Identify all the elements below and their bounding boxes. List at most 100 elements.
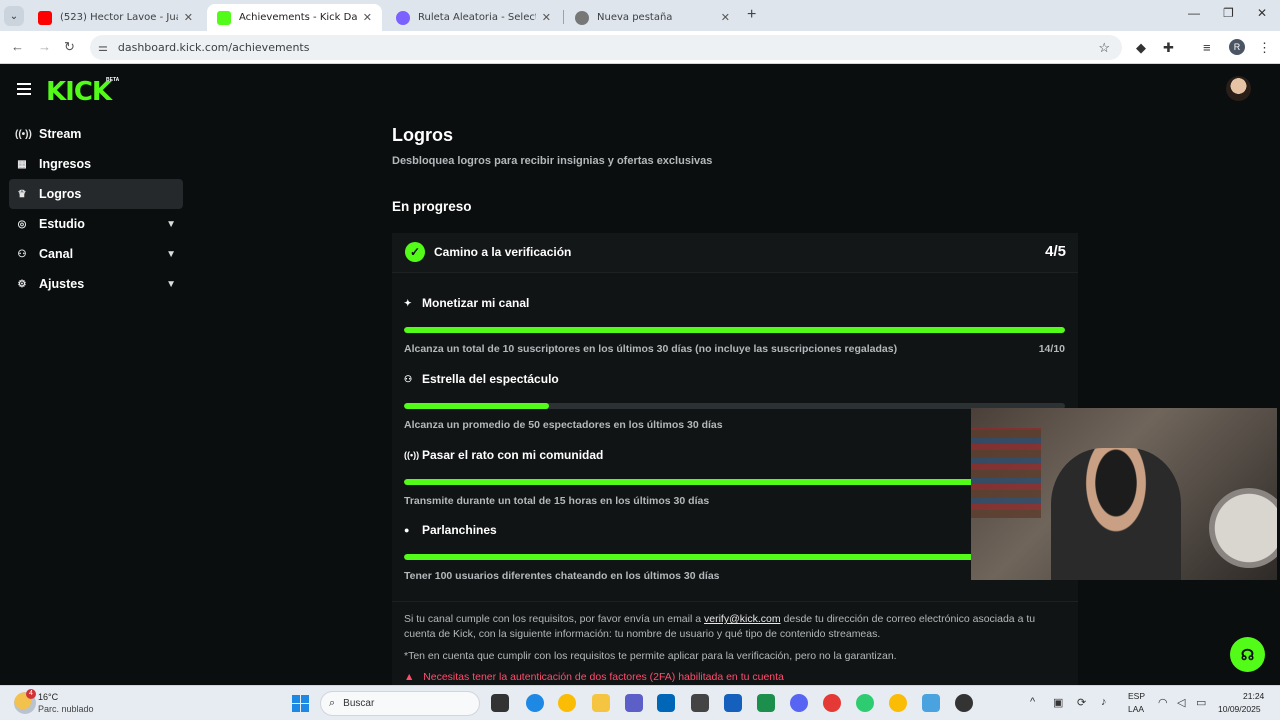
headset-icon: ☊: [1240, 646, 1255, 664]
kick-dashboard: KICK BETA ((•)) Stream ▦ Ingresos ♛ Logr…: [0, 65, 1280, 703]
sidebar-item-stream[interactable]: ((•)) Stream: [9, 119, 183, 149]
clock-date[interactable]: 10/09/2025: [1218, 704, 1261, 714]
achievement-title: Estrella del espectáculo: [422, 372, 559, 386]
weather-description[interactable]: Parc. nublado: [38, 704, 94, 714]
tab-kick-achievements[interactable]: Achievements - Kick Dashboard ✕: [207, 4, 382, 31]
hamburger-menu-icon[interactable]: [17, 83, 31, 98]
sidebar-item-label: Ajustes: [39, 277, 85, 291]
webcam-drum: [1209, 488, 1277, 568]
kebab-menu-icon[interactable]: ⋮: [1258, 40, 1271, 56]
progress-bar: [404, 479, 1065, 485]
store-icon[interactable]: [657, 694, 675, 712]
discord-icon[interactable]: [790, 694, 808, 712]
chevron-down-icon[interactable]: ▼: [166, 279, 176, 290]
taskbar-search[interactable]: ⌕ Buscar: [320, 691, 480, 716]
verification-info: Si tu canal cumple con los requisitos, p…: [404, 612, 1066, 642]
chevron-down-icon: ⌄: [9, 10, 19, 22]
tray-app-icon[interactable]: ▣: [1053, 696, 1063, 709]
minimize-icon[interactable]: —: [1188, 6, 1200, 20]
warning-text: Necesitas tener la autenticación de dos …: [423, 671, 784, 683]
broadcast-icon: ((•)): [15, 128, 32, 140]
address-bar[interactable]: ⚌ dashboard.kick.com/achievements ☆: [90, 35, 1122, 60]
close-window-icon[interactable]: ✕: [1257, 6, 1267, 20]
progress-fill: [404, 327, 1065, 333]
notepad-icon[interactable]: [922, 694, 940, 712]
tab-ruleta[interactable]: Ruleta Aleatoria - Selector Pers ✕: [386, 4, 561, 31]
weather-temperature[interactable]: 16°C: [38, 692, 58, 702]
page-subtitle: Desbloquea logros para recibir insignias…: [392, 155, 713, 167]
support-chat-button[interactable]: ☊: [1230, 637, 1265, 672]
progress-bar: [404, 554, 1065, 560]
gear-icon: ⚙: [17, 278, 27, 290]
chrome-profile-icon[interactable]: [889, 694, 907, 712]
chrome-icon[interactable]: [558, 694, 576, 712]
vscode-icon[interactable]: [724, 694, 742, 712]
sidebar-item-canal[interactable]: ⚇ Canal ▼: [9, 239, 183, 269]
tab-search-button[interactable]: ⌄: [4, 6, 24, 26]
excel-icon[interactable]: [757, 694, 775, 712]
volume-icon[interactable]: ◁: [1177, 696, 1185, 709]
tab-new[interactable]: Nueva pestaña ✕: [565, 4, 740, 31]
card-header[interactable]: ✓ Camino a la verificación 4/5: [392, 233, 1078, 273]
tab-title: Nueva pestaña: [597, 12, 673, 23]
keyboard-layout-indicator[interactable]: LAA: [1128, 704, 1144, 714]
sidebar-item-ajustes[interactable]: ⚙ Ajustes ▼: [9, 269, 183, 299]
app-icon[interactable]: [691, 694, 709, 712]
back-arrow-icon[interactable]: ←: [11, 39, 24, 54]
app-red-icon[interactable]: [823, 694, 841, 712]
taskview-icon[interactable]: [491, 694, 509, 712]
language-indicator[interactable]: ESP: [1128, 691, 1145, 701]
battery-icon[interactable]: ▭: [1196, 696, 1206, 709]
verify-email-link[interactable]: verify@kick.com: [704, 613, 781, 625]
chevron-up-icon[interactable]: ^: [1030, 696, 1035, 708]
chevron-down-icon[interactable]: ▼: [166, 249, 176, 260]
progress-fill: [404, 554, 1065, 560]
microphone-icon[interactable]: ♪: [1101, 696, 1107, 708]
restore-icon[interactable]: ❐: [1223, 6, 1234, 20]
globe-favicon-icon: [575, 10, 589, 25]
achievement-item: ((•)) Pasar el rato con mi comunidad Tran…: [404, 448, 1065, 507]
file-explorer-icon[interactable]: [592, 694, 610, 712]
windows-start-icon[interactable]: [292, 695, 309, 712]
browser-tab-strip: ⌄ (523) Hector Lavoe - Juanito Al ✕ Achi…: [0, 0, 1280, 31]
teams-icon[interactable]: [625, 694, 643, 712]
section-title: En progreso: [392, 199, 472, 214]
achievement-progress-text: 14/10: [1038, 343, 1065, 355]
sidebar-item-estudio[interactable]: ◎ Estudio ▼: [9, 209, 183, 239]
tray-sync-icon[interactable]: ⟳: [1077, 696, 1086, 709]
sidebar-item-ingresos[interactable]: ▦ Ingresos: [9, 149, 183, 179]
close-tab-icon[interactable]: ✕: [721, 11, 730, 24]
sidebar-item-logros[interactable]: ♛ Logros: [9, 179, 183, 209]
bookmark-star-icon[interactable]: ☆: [1098, 40, 1110, 56]
media-control-icon[interactable]: ≡: [1203, 40, 1211, 55]
puzzle-extensions-icon[interactable]: ✚: [1163, 40, 1174, 56]
achievement-title: Parlanchines: [422, 523, 497, 537]
browser-profile-avatar[interactable]: R: [1229, 39, 1245, 55]
wifi-icon[interactable]: ◠: [1158, 696, 1168, 709]
webcam-person: [1051, 448, 1181, 580]
close-tab-icon[interactable]: ✕: [363, 11, 372, 24]
extension-icon[interactable]: ◆: [1136, 40, 1146, 56]
kick-logo[interactable]: KICK: [46, 77, 112, 107]
tab-youtube[interactable]: (523) Hector Lavoe - Juanito Al ✕: [28, 4, 203, 31]
chevron-down-icon[interactable]: ▼: [166, 219, 176, 230]
close-tab-icon[interactable]: ✕: [542, 11, 551, 24]
url-text: dashboard.kick.com/achievements: [117, 41, 310, 54]
progress-fill: [404, 479, 1065, 485]
new-tab-plus-icon[interactable]: +: [747, 6, 756, 24]
achievement-item: ✦ Monetizar mi canal Alcanza un total de …: [404, 296, 1065, 355]
forward-arrow-icon[interactable]: →: [38, 39, 51, 54]
clock-time[interactable]: 21:24: [1243, 691, 1264, 701]
close-tab-icon[interactable]: ✕: [184, 11, 193, 24]
progress-bar: [404, 403, 1065, 409]
reload-icon[interactable]: ↻: [64, 39, 75, 55]
user-avatar[interactable]: [1226, 76, 1251, 101]
edge-icon[interactable]: [526, 694, 544, 712]
app-green-icon[interactable]: [856, 694, 874, 712]
obs-icon[interactable]: [955, 694, 973, 712]
site-info-icon[interactable]: ⚌: [98, 41, 108, 54]
tab-title: (523) Hector Lavoe - Juanito Al: [60, 12, 178, 23]
users-icon: ⚇: [404, 373, 413, 384]
card-progress-count: 4/5: [1045, 243, 1066, 260]
achievements-main: Logros Desbloquea logros para recibir in…: [392, 125, 1078, 703]
